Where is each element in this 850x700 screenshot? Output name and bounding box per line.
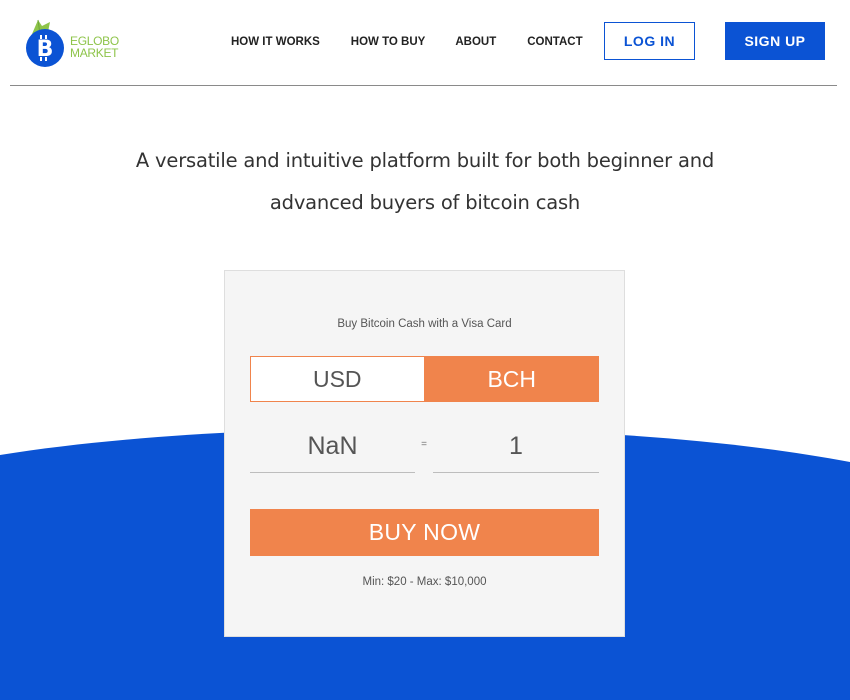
widget-title: Buy Bitcoin Cash with a Visa Card bbox=[337, 318, 512, 330]
fiat-amount-input[interactable] bbox=[250, 421, 415, 473]
header-divider bbox=[10, 85, 837, 86]
currency-toggle: USD BCH bbox=[250, 356, 599, 402]
hero-line-1: A versatile and intuitive platform built… bbox=[135, 149, 715, 172]
hero-line-2: advanced buyers of bitcoin cash bbox=[269, 191, 581, 214]
crypto-amount-input[interactable] bbox=[433, 421, 599, 473]
brand-name-line2: MARKET bbox=[70, 46, 119, 60]
currency-bch-button[interactable]: BCH bbox=[424, 356, 599, 402]
hero-heading: A versatile and intuitive platform built… bbox=[75, 140, 775, 224]
buy-widget-card: Buy Bitcoin Cash with a Visa Card USD BC… bbox=[224, 270, 625, 637]
currency-usd-button[interactable]: USD bbox=[250, 356, 425, 402]
purchase-limits: Min: $20 - Max: $10,000 bbox=[362, 576, 487, 588]
nav-how-to-buy[interactable]: HOW TO BUY bbox=[351, 36, 426, 48]
signup-button[interactable]: SIGN UP bbox=[725, 22, 825, 60]
bitcoin-b-icon: B bbox=[26, 19, 64, 67]
nav-contact[interactable]: CONTACT bbox=[527, 36, 582, 48]
buy-now-button[interactable]: BUY NOW bbox=[250, 509, 599, 556]
brand-logo[interactable]: B EGLOBO MARKET bbox=[24, 18, 134, 70]
brand-name: EGLOBO MARKET bbox=[70, 35, 119, 59]
main-nav: HOW IT WORKS HOW TO BUY ABOUT CONTACT bbox=[231, 36, 583, 48]
nav-about[interactable]: ABOUT bbox=[455, 36, 496, 48]
equals-sign: = bbox=[421, 439, 427, 450]
nav-how-it-works[interactable]: HOW IT WORKS bbox=[231, 36, 320, 48]
login-button[interactable]: LOG IN bbox=[604, 22, 695, 60]
site-header: B EGLOBO MARKET HOW IT WORKS HOW TO BUY … bbox=[0, 0, 850, 86]
